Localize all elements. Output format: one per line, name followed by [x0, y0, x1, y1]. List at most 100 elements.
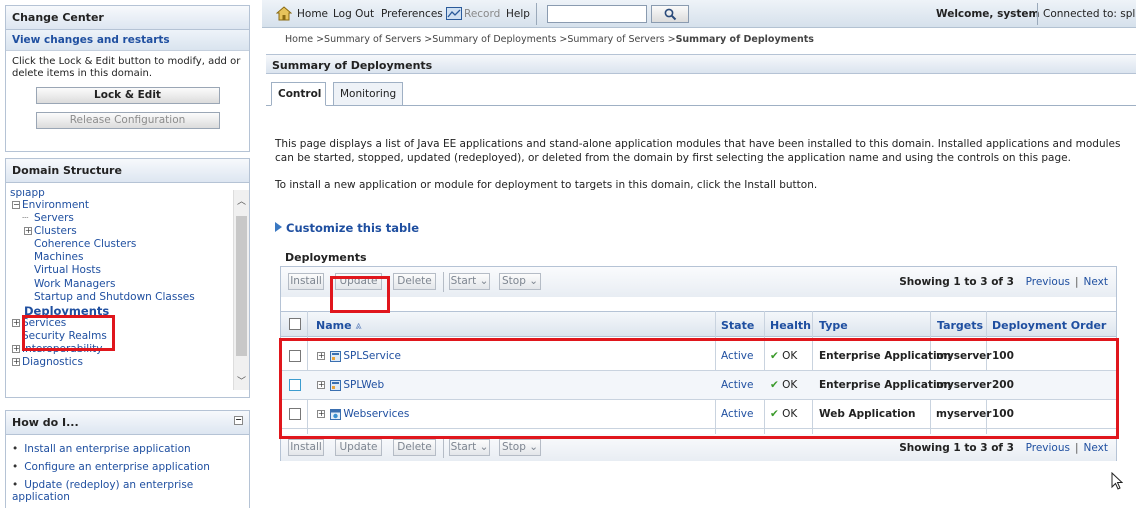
expand-icon[interactable]: + [24, 227, 32, 235]
tree-scrollbar[interactable]: ︿ ﹀ [233, 190, 249, 390]
chevron-down-icon: ⌄ [529, 275, 539, 287]
domain-structure-panel: Domain Structure splapp − Environment ┄ S… [5, 158, 250, 398]
start-dropdown-bottom[interactable]: Start ⌄ [449, 439, 490, 456]
top-toolbar: Home Log Out Preferences Record Help Wel… [262, 0, 1136, 28]
connected-text: Connected to: splap [1043, 8, 1136, 20]
install-button-bottom[interactable]: Install [288, 439, 324, 456]
help-link[interactable]: Help [506, 8, 530, 20]
highlight-deployments [22, 315, 115, 351]
search-input[interactable] [547, 5, 647, 23]
highlight-deployment-rows [279, 338, 1119, 439]
how-item-install[interactable]: Install an enterprise application [6, 440, 249, 458]
domain-structure-title: Domain Structure [6, 159, 249, 183]
page-title: Summary of Deployments [266, 54, 1136, 74]
tree-node-startup-shutdown-classes[interactable]: Startup and Shutdown Classes [34, 291, 195, 303]
showing-count: Showing 1 to 3 of 3 [899, 276, 1014, 288]
stop-dropdown[interactable]: Stop ⌄ [499, 273, 541, 290]
expand-triangle-icon [275, 222, 282, 232]
showing-count: Showing 1 to 3 of 3 [899, 442, 1014, 454]
tree-node-environment[interactable]: − Environment [12, 199, 89, 211]
lock-edit-hint: Click the Lock & Edit button to modify, … [12, 56, 241, 79]
expand-icon[interactable]: + [12, 358, 20, 366]
left-sidebar: Change Center View changes and restarts … [0, 0, 255, 508]
search-icon [664, 8, 677, 21]
scroll-down-icon[interactable]: ﹀ [237, 374, 246, 387]
record-link[interactable]: Record [464, 8, 500, 20]
welcome-text: Welcome, system [936, 8, 1040, 20]
how-item-update[interactable]: Update (redeploy) an enterprise applicat… [6, 476, 249, 506]
tree-root-splapp[interactable]: splapp [10, 190, 45, 199]
search-button[interactable] [651, 5, 689, 23]
previous-link[interactable]: Previous [1026, 276, 1070, 288]
col-health[interactable]: Health [770, 319, 811, 332]
col-name[interactable]: Name ⩓ [316, 319, 362, 333]
chevron-down-icon: ⌄ [479, 275, 489, 287]
breadcrumb-current: Summary of Deployments [675, 34, 814, 45]
home-link[interactable]: Home [297, 8, 328, 20]
how-item-configure[interactable]: Configure an enterprise application [6, 458, 249, 476]
release-configuration-button[interactable]: Release Configuration [35, 112, 220, 129]
mouse-cursor-icon [1111, 472, 1123, 490]
expand-icon[interactable]: + [12, 319, 20, 327]
breadcrumb: Home >Summary of Servers >Summary of Dep… [285, 34, 814, 45]
toolbar-divider-2 [1037, 3, 1038, 25]
change-center-title: Change Center [6, 6, 249, 30]
col-type[interactable]: Type [819, 319, 848, 332]
col-targets[interactable]: Targets [937, 319, 983, 332]
collapse-icon[interactable]: − [12, 201, 20, 209]
update-button-bottom[interactable]: Update [335, 439, 382, 456]
lock-area: Lock & Edit Release Configuration [6, 85, 249, 135]
how-do-i-title: How do I... [12, 416, 79, 429]
scroll-up-icon[interactable]: ︿ [237, 194, 246, 207]
tree-node-work-managers[interactable]: Work Managers [34, 278, 115, 290]
page-description: This page displays a list of Java EE app… [275, 138, 1121, 164]
preferences-link[interactable]: Preferences [381, 8, 443, 20]
highlight-update-button [330, 276, 390, 313]
how-do-i-list: Install an enterprise application Config… [6, 435, 249, 506]
how-do-i-panel: How do I... − Install an enterprise appl… [5, 410, 250, 508]
logout-link[interactable]: Log Out [333, 8, 374, 20]
chevron-down-icon: ⌄ [479, 441, 489, 453]
tree-node-clusters[interactable]: + Clusters [24, 225, 77, 237]
deployments-table-label: Deployments [285, 251, 367, 264]
col-deployment-order[interactable]: Deployment Order [992, 319, 1106, 332]
toolbar-divider [536, 3, 537, 25]
scroll-thumb[interactable] [236, 216, 247, 356]
main-content: Summary of Deployments Control Monitorin… [266, 54, 1136, 508]
home-icon[interactable] [275, 6, 293, 24]
start-dropdown[interactable]: Start ⌄ [449, 273, 490, 290]
record-icon[interactable] [446, 7, 462, 25]
previous-link[interactable]: Previous [1026, 442, 1070, 454]
domain-tree: splapp − Environment ┄ Servers + Clusters … [6, 190, 235, 390]
tab-control[interactable]: Control [271, 82, 326, 106]
expand-icon[interactable]: + [12, 345, 20, 353]
install-button[interactable]: Install [288, 273, 324, 290]
pagination-bottom: Showing 1 to 3 of 3 Previous | Next [899, 442, 1108, 454]
lock-edit-button[interactable]: Lock & Edit [35, 87, 220, 104]
customize-table-link[interactable]: Customize this table [275, 221, 419, 235]
tree-node-machines[interactable]: Machines [34, 251, 83, 263]
tree-node-diagnostics[interactable]: + Diagnostics [12, 356, 83, 368]
view-changes-link[interactable]: View changes and restarts [6, 30, 249, 51]
change-center-panel: Change Center View changes and restarts … [5, 5, 250, 152]
next-link[interactable]: Next [1084, 276, 1108, 288]
stop-dropdown-bottom[interactable]: Stop ⌄ [499, 439, 541, 456]
table-header: Name ⩓ State Health Type Targets Deploym… [281, 311, 1116, 337]
tree-node-coherence-clusters[interactable]: Coherence Clusters [34, 238, 136, 250]
collapse-panel-icon[interactable]: − [234, 416, 243, 425]
breadcrumb-path[interactable]: Home >Summary of Servers >Summary of Dep… [285, 34, 676, 45]
install-hint: To install a new application or module f… [275, 179, 818, 191]
pagination-top: Showing 1 to 3 of 3 Previous | Next [899, 276, 1108, 288]
sort-icon[interactable]: ⩓ [355, 319, 361, 332]
top-action-bar: Install Update Delete Start ⌄ Stop ⌄ Sho… [281, 267, 1116, 297]
col-state[interactable]: State [721, 319, 754, 332]
how-do-i-header: How do I... − [6, 411, 249, 435]
next-link[interactable]: Next [1084, 442, 1108, 454]
delete-button[interactable]: Delete [393, 273, 436, 290]
select-all-checkbox[interactable] [289, 318, 301, 330]
tree-node-virtual-hosts[interactable]: Virtual Hosts [34, 264, 101, 276]
tab-monitoring[interactable]: Monitoring [333, 82, 403, 106]
chevron-down-icon: ⌄ [529, 441, 539, 453]
tree-node-servers[interactable]: Servers [34, 212, 74, 224]
delete-button-bottom[interactable]: Delete [393, 439, 436, 456]
